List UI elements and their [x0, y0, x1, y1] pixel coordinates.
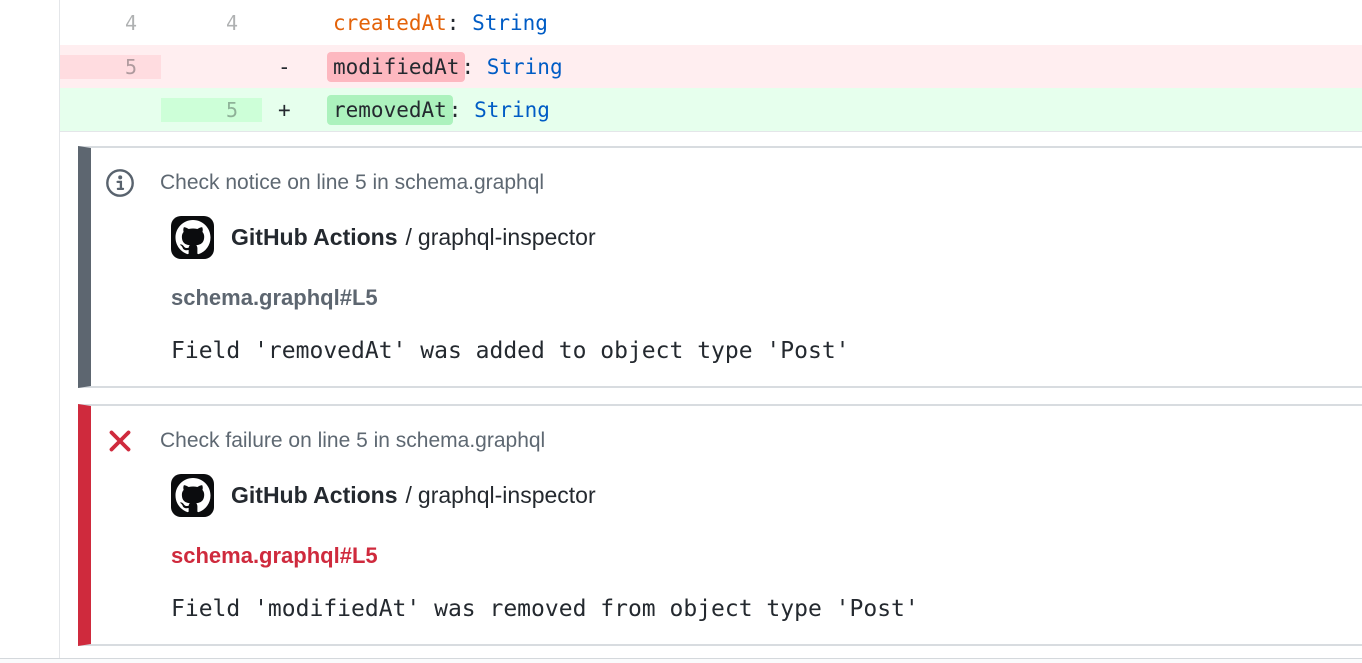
annotation-content: Check notice on line 5 in schema.graphql… — [91, 148, 1362, 386]
octocat-icon — [175, 478, 211, 513]
diff-row-addition: 5 +removedAt: String — [60, 88, 1362, 131]
colon-token: : — [449, 98, 474, 122]
annotation-message: Field 'removedAt' was added to object ty… — [171, 337, 1346, 365]
annotation-file-link[interactable]: schema.graphql#L5 — [171, 285, 378, 311]
annotation-header: Check notice on line 5 in schema.graphql — [105, 168, 1346, 198]
check-annotation-notice: Check notice on line 5 in schema.graphql… — [78, 146, 1362, 388]
info-icon — [105, 168, 135, 198]
new-line-number[interactable]: 4 — [161, 11, 262, 35]
github-avatar — [171, 474, 214, 517]
creator-app-name: GitHub Actions — [231, 482, 398, 508]
code-line: createdAt: String — [262, 11, 1362, 35]
code-line: +removedAt: String — [262, 98, 1362, 122]
annotation-body: GitHub Actions /graphql-inspector schema.… — [171, 216, 1346, 365]
annotation-body: GitHub Actions /graphql-inspector schema.… — [171, 474, 1346, 623]
code-line: -modifiedAt: String — [262, 55, 1362, 79]
field-token: createdAt — [333, 11, 447, 35]
annotations-section: Check notice on line 5 in schema.graphql… — [60, 131, 1362, 658]
pr-diff-screen: 4 4 createdAt: String 5 -modifiedAt: Str… — [0, 0, 1362, 663]
diff-row-context: 4 4 createdAt: String — [60, 0, 1362, 45]
github-avatar — [171, 216, 214, 259]
creator-name: GitHub Actions /graphql-inspector — [231, 224, 596, 251]
annotation-title: Check failure on line 5 in schema.graphq… — [160, 426, 545, 456]
type-token: String — [487, 55, 563, 79]
creator-separator: / — [406, 224, 412, 250]
check-annotation-failure: Check failure on line 5 in schema.graphq… — [78, 404, 1362, 646]
annotation-header: Check failure on line 5 in schema.graphq… — [105, 426, 1346, 456]
octocat-icon — [175, 220, 211, 255]
type-token: String — [472, 11, 548, 35]
old-line-number[interactable]: 5 — [60, 55, 161, 79]
annotation-title: Check notice on line 5 in schema.graphql — [160, 168, 544, 198]
creator-workflow-name: graphql-inspector — [418, 482, 596, 508]
old-line-number[interactable]: 4 — [60, 11, 161, 35]
creator-app-name: GitHub Actions — [231, 224, 398, 250]
annotation-creator: GitHub Actions /graphql-inspector — [171, 474, 1346, 517]
colon-token: : — [447, 11, 472, 35]
new-line-number[interactable]: 5 — [161, 98, 262, 122]
diff-marker: + — [262, 98, 333, 122]
creator-separator: / — [406, 482, 412, 508]
colon-token: : — [461, 55, 486, 79]
x-icon — [105, 426, 135, 456]
annotation-content: Check failure on line 5 in schema.graphq… — [91, 406, 1362, 644]
diff-view: 4 4 createdAt: String 5 -modifiedAt: Str… — [60, 0, 1362, 131]
deleted-word-highlight: modifiedAt — [327, 52, 465, 82]
creator-name: GitHub Actions /graphql-inspector — [231, 482, 596, 509]
next-section-strip — [0, 658, 1362, 663]
diff-row-deletion: 5 -modifiedAt: String — [60, 45, 1362, 88]
creator-workflow-name: graphql-inspector — [418, 224, 596, 250]
annotation-file-link[interactable]: schema.graphql#L5 — [171, 543, 378, 569]
annotation-message: Field 'modifiedAt' was removed from obje… — [171, 595, 1346, 623]
annotation-creator: GitHub Actions /graphql-inspector — [171, 216, 1346, 259]
added-word-highlight: removedAt — [327, 95, 453, 125]
diff-marker: - — [262, 55, 333, 79]
diff-file-body: 4 4 createdAt: String 5 -modifiedAt: Str… — [59, 0, 1362, 658]
diff-marker — [262, 11, 333, 35]
type-token: String — [474, 98, 550, 122]
